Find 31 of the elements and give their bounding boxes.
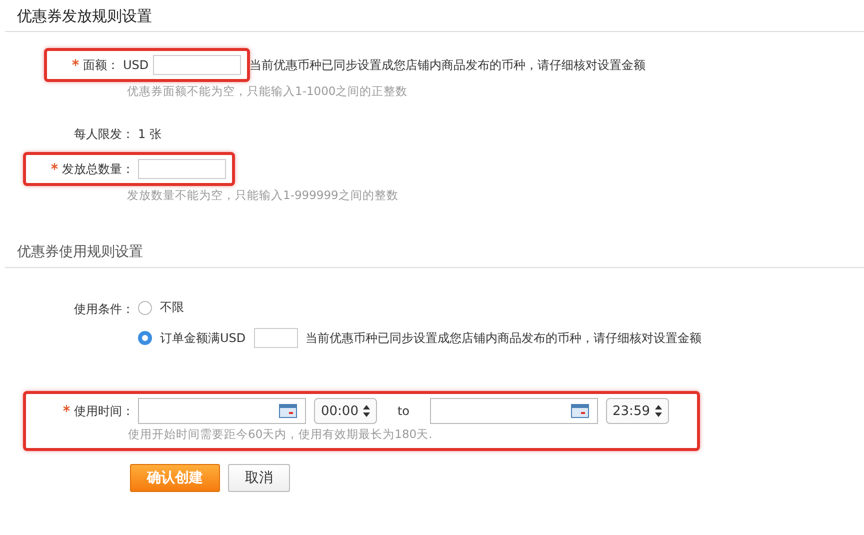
spinner-arrows-icon: [363, 405, 370, 417]
hint-text: 优惠券面额不能为空，只能输入1-1000之间的正整数: [126, 84, 409, 99]
calendar-icon[interactable]: [570, 404, 589, 418]
field-label: 使用条件：: [74, 301, 134, 318]
option-label: 不限: [160, 299, 184, 316]
field-label: 发放总数量：: [62, 160, 134, 178]
spinner-arrows-icon: [654, 405, 662, 417]
to-label: to: [397, 404, 410, 418]
calendar-icon[interactable]: [279, 404, 297, 418]
hint-text: 使用开始时间需要距今60天内，使用有效期最长为180天.: [127, 427, 434, 442]
field-label: 每人限发：: [74, 126, 134, 143]
order-amount-field[interactable]: [254, 328, 298, 348]
cancel-button[interactable]: 取消: [228, 464, 290, 492]
date-field[interactable]: [430, 398, 598, 424]
date-field[interactable]: [138, 398, 306, 424]
radio-button[interactable]: [138, 331, 152, 345]
time-select[interactable]: 00:00: [314, 398, 378, 424]
field-label: 面额：: [83, 56, 119, 74]
currency-note: 当前优惠币种已同步设置成您店铺内商品发布的币种，请仔细核对设置金额: [250, 56, 646, 74]
hint-text: 发放数量不能为空，只能输入1-999999之间的整数: [126, 188, 400, 203]
field-label: 使用时间：: [74, 402, 134, 420]
currency-note: 当前优惠币种已同步设置成您店铺内商品发布的币种，请仔细核对设置金额: [306, 330, 702, 346]
radio-button[interactable]: [138, 300, 152, 314]
amount-field[interactable]: [152, 55, 241, 75]
currency-label: USD: [123, 58, 149, 72]
quantity-field[interactable]: [138, 159, 226, 179]
time-select[interactable]: 23:59: [606, 398, 669, 424]
section-title: 优惠券发放规则设置: [16, 6, 153, 27]
limit-value: 1 张: [138, 126, 162, 143]
option-label: 订单金额满USD: [160, 330, 246, 346]
section-title: 优惠券使用规则设置: [16, 243, 144, 262]
